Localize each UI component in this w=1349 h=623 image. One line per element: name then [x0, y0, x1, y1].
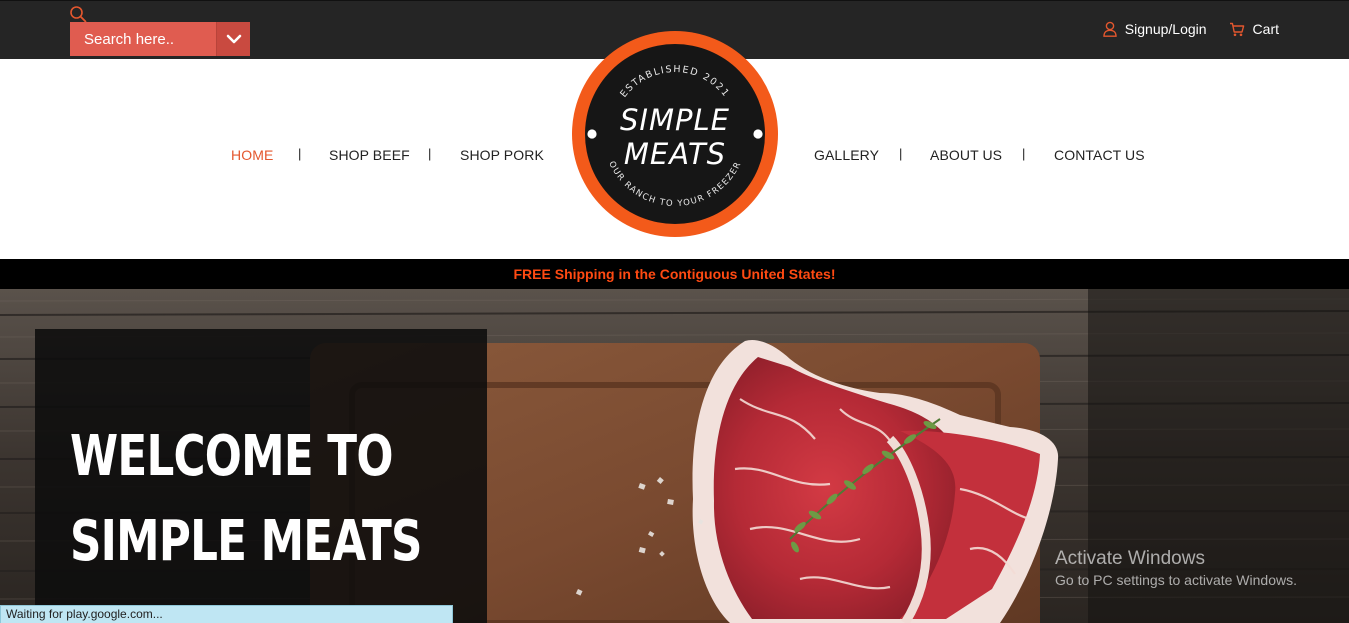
shipping-banner: FREE Shipping in the Contiguous United S…: [0, 259, 1349, 289]
nav-about-us[interactable]: ABOUT US: [930, 147, 1002, 163]
nav-contact-us[interactable]: CONTACT US: [1054, 147, 1145, 163]
nav-separator: |: [899, 146, 903, 161]
site-logo[interactable]: ESTABLISHED 2021 OUR RANCH TO YOUR FREEZ…: [571, 30, 779, 238]
hero-title: WELCOME TO SIMPLE MEATS: [70, 414, 422, 584]
nav-shop-beef[interactable]: SHOP BEEF: [329, 147, 410, 163]
nav-separator: |: [1022, 146, 1026, 161]
search-box: [70, 22, 250, 56]
page: Signup/Login Cart HOME | SHOP BEEF | SHO…: [0, 0, 1349, 623]
cart-link[interactable]: Cart: [1229, 21, 1279, 37]
shipping-banner-text: FREE Shipping in the Contiguous United S…: [513, 266, 836, 282]
browser-status-bar: Waiting for play.google.com...: [0, 605, 453, 623]
signup-login-label: Signup/Login: [1124, 21, 1207, 37]
chevron-down-icon: [226, 34, 241, 44]
cart-icon: [1229, 22, 1244, 36]
activate-windows-title: Activate Windows: [1055, 548, 1205, 569]
nav-home[interactable]: HOME: [231, 147, 273, 163]
logo-line2: MEATS: [624, 137, 726, 171]
user-icon: [1103, 21, 1117, 37]
nav-shop-pork[interactable]: SHOP PORK: [460, 147, 544, 163]
header: HOME | SHOP BEEF | SHOP PORK ESTABLISHED…: [0, 31, 1349, 259]
hero-title-line1: WELCOME TO: [70, 424, 393, 489]
nav-gallery[interactable]: GALLERY: [814, 147, 879, 163]
nav-separator: |: [428, 146, 432, 161]
nav-separator: |: [298, 146, 302, 161]
signup-login-link[interactable]: Signup/Login: [1103, 21, 1207, 37]
cart-label: Cart: [1252, 21, 1279, 37]
search-icon[interactable]: [69, 5, 87, 23]
search-dropdown-button[interactable]: [216, 22, 250, 56]
hero-title-line2: SIMPLE MEATS: [70, 509, 422, 574]
logo-line1: SIMPLE: [620, 103, 730, 137]
account-links: Signup/Login Cart: [1103, 21, 1279, 37]
search-input[interactable]: [70, 22, 216, 56]
activate-windows-subtitle: Go to PC settings to activate Windows.: [1055, 572, 1297, 588]
activate-windows-watermark: Activate Windows Go to PC settings to ac…: [1055, 548, 1297, 588]
